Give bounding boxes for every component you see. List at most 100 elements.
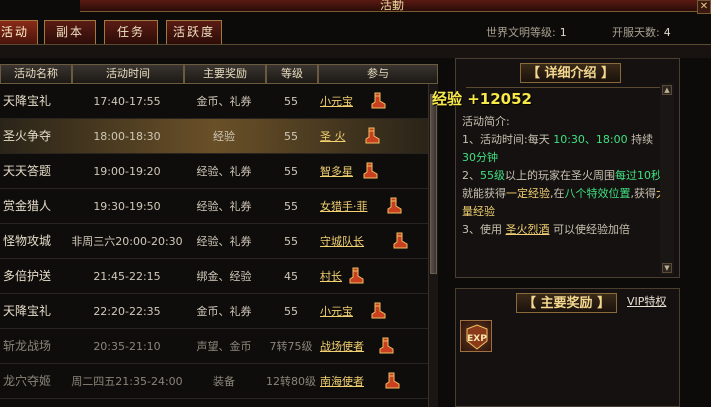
activity-reward: 金币、礼券 — [196, 305, 252, 318]
detail-intro: 活动简介: 1、活动时间:每天 10:30、18:00 持续 30分钟 2、55级… — [462, 113, 667, 239]
tab-activeness[interactable]: 活跃度 — [166, 20, 222, 44]
table-row[interactable]: 天天答题 19:00-19:20 经验、礼券 55 智多星 — [0, 154, 428, 189]
exp-icon: EXP — [466, 324, 488, 350]
activity-level: 55 — [284, 165, 298, 178]
activity-reward: 经验、礼券 — [196, 165, 252, 178]
window-title: 活動 — [380, 0, 405, 12]
activity-name: 天天答题 — [3, 164, 52, 178]
reward-title-text: 主要奖励 — [540, 296, 593, 311]
npc-link[interactable]: 战场使者 — [320, 329, 364, 364]
table-row[interactable]: 天降宝礼 22:20-22:35 金币、礼券 55 小元宝 — [0, 294, 428, 329]
scroll-up-arrow-icon[interactable]: ▲ — [662, 85, 672, 95]
exp-gain-popup: 经验 +12052 — [432, 90, 532, 108]
activity-time: 非周三六20:00-20:30 — [71, 235, 183, 248]
vip-privilege-link[interactable]: VIP特权 — [627, 293, 666, 309]
npc-link[interactable]: 小元宝 — [320, 84, 353, 119]
activity-time: 18:00-18:30 — [93, 130, 161, 143]
teleport-boot-icon[interactable] — [370, 92, 386, 110]
tab-quest[interactable]: 任务 — [104, 20, 158, 44]
activity-reward: 金币、礼券 — [196, 95, 252, 108]
activity-level: 55 — [284, 130, 298, 143]
activity-reward: 经验、礼券 — [196, 200, 252, 213]
intro-line-3: 3、使用 圣火烈酒 可以使经验加倍 — [462, 223, 630, 236]
activity-name: 怪物攻城 — [3, 234, 52, 248]
npc-link[interactable]: 圣 火 — [320, 119, 346, 154]
activity-name: 龙穴夺姬 — [3, 374, 52, 388]
teleport-boot-icon[interactable] — [386, 197, 402, 215]
teleport-boot-icon[interactable] — [362, 162, 378, 180]
table-header: 活动名称 活动时间 主要奖励 等级 参与 — [0, 64, 438, 84]
npc-link[interactable]: 守城队长 — [320, 224, 364, 259]
table-scrollbar[interactable] — [428, 84, 438, 407]
exp-reward-item[interactable]: EXP — [460, 320, 492, 352]
activity-table: 活动名称 活动时间 主要奖励 等级 参与 天降宝礼 17:40-17:55 金币、礼… — [0, 64, 438, 407]
activity-reward: 声望、金币 — [196, 340, 252, 353]
activity-name: 天降宝礼 — [3, 94, 52, 108]
column-header-time: 活动时间 — [72, 64, 184, 84]
teleport-boot-icon[interactable] — [364, 127, 380, 145]
column-header-level: 等级 — [266, 64, 318, 84]
activity-reward: 绑金、经验 — [196, 270, 252, 283]
npc-link[interactable]: 智多星 — [320, 154, 353, 189]
activity-time: 22:20-22:35 — [93, 305, 161, 318]
teleport-boot-icon[interactable] — [348, 267, 364, 285]
svg-text:EXP: EXP — [467, 334, 487, 344]
teleport-boot-icon[interactable] — [378, 337, 394, 355]
teleport-boot-icon[interactable] — [384, 372, 400, 390]
table-row[interactable]: 赏金猎人 19:30-19:50 经验、礼券 55 女猎手·菲 — [0, 189, 428, 224]
intro-heading: 活动简介: — [462, 115, 510, 128]
reward-title: 【 主要奖励 】 — [516, 293, 618, 313]
table-row[interactable]: 斩龙战场 20:35-21:10 声望、金币 7转75级 战场使者 — [0, 329, 428, 364]
world-level-value: 1 — [559, 26, 567, 39]
teleport-boot-icon[interactable] — [392, 232, 408, 250]
server-days-info: 开服天数: 4 — [612, 24, 671, 40]
close-button[interactable]: ✕ — [697, 0, 711, 14]
intro-line-2: 2、55级以上的玩家在圣火周围每过10秒就能获得一定经验,在八个特效位置,获得大… — [462, 169, 667, 218]
detail-scrollbar[interactable]: ▲ ▼ — [660, 83, 674, 275]
table-row[interactable]: 怪物攻城 非周三六20:00-20:30 经验、礼券 55 守城队长 — [0, 224, 428, 259]
activity-name: 圣火争夺 — [3, 129, 52, 143]
activity-time: 19:00-19:20 — [93, 165, 161, 178]
server-days-label: 开服天数: — [612, 26, 660, 39]
activity-reward: 装备 — [213, 375, 235, 388]
table-scrollbar-thumb[interactable] — [430, 94, 437, 274]
server-days-value: 4 — [663, 26, 671, 39]
tab-activity[interactable]: 活动 — [0, 20, 38, 44]
teleport-boot-icon[interactable] — [370, 302, 386, 320]
column-header-join: 参与 — [318, 64, 438, 84]
activity-reward: 经验 — [213, 130, 235, 143]
activity-name: 天降宝礼 — [3, 304, 52, 318]
column-header-name: 活动名称 — [0, 64, 72, 84]
npc-link[interactable]: 南海使者 — [320, 364, 364, 399]
activity-name: 多倍护送 — [3, 269, 52, 283]
intro-line-1: 1、活动时间:每天 10:30、18:00 持续 30分钟 — [462, 133, 654, 164]
activity-name: 赏金猎人 — [3, 199, 52, 213]
window-titlebar: 活動 — [80, 0, 700, 12]
table-row[interactable]: 圣火争夺 18:00-18:30 经验 55 圣 火 — [0, 119, 428, 154]
activity-level: 45 — [284, 270, 298, 283]
tab-dungeon[interactable]: 副本 — [44, 20, 96, 44]
activity-level: 55 — [284, 235, 298, 248]
activity-level: 55 — [284, 305, 298, 318]
activity-reward: 经验、礼券 — [196, 235, 252, 248]
npc-link[interactable]: 村长 — [320, 259, 342, 294]
detail-title-text: 详细介绍 — [544, 66, 597, 81]
activity-time: 周二四五21:35-24:00 — [71, 375, 183, 388]
activity-time: 20:35-21:10 — [93, 340, 161, 353]
scroll-down-arrow-icon[interactable]: ▼ — [662, 263, 672, 273]
table-row[interactable]: 龙穴夺姬 周二四五21:35-24:00 装备 12转80级 南海使者 — [0, 364, 428, 399]
world-level-label: 世界文明等级: — [486, 26, 556, 39]
activity-time: 19:30-19:50 — [93, 200, 161, 213]
header-divider — [0, 44, 711, 58]
activity-level: 7转75级 — [269, 340, 313, 353]
table-row[interactable]: 天降宝礼 17:40-17:55 金币、礼券 55 小元宝 — [0, 84, 428, 119]
activity-time: 17:40-17:55 — [93, 95, 161, 108]
activity-time: 21:45-22:15 — [93, 270, 161, 283]
detail-title: 【 详细介绍 】 — [520, 63, 622, 83]
world-level-info: 世界文明等级: 1 — [486, 24, 567, 40]
activity-level: 55 — [284, 95, 298, 108]
npc-link[interactable]: 女猎手·菲 — [320, 189, 368, 224]
npc-link[interactable]: 小元宝 — [320, 294, 353, 329]
wine-item-link[interactable]: 圣火烈酒 — [506, 223, 550, 236]
table-row[interactable]: 多倍护送 21:45-22:15 绑金、经验 45 村长 — [0, 259, 428, 294]
